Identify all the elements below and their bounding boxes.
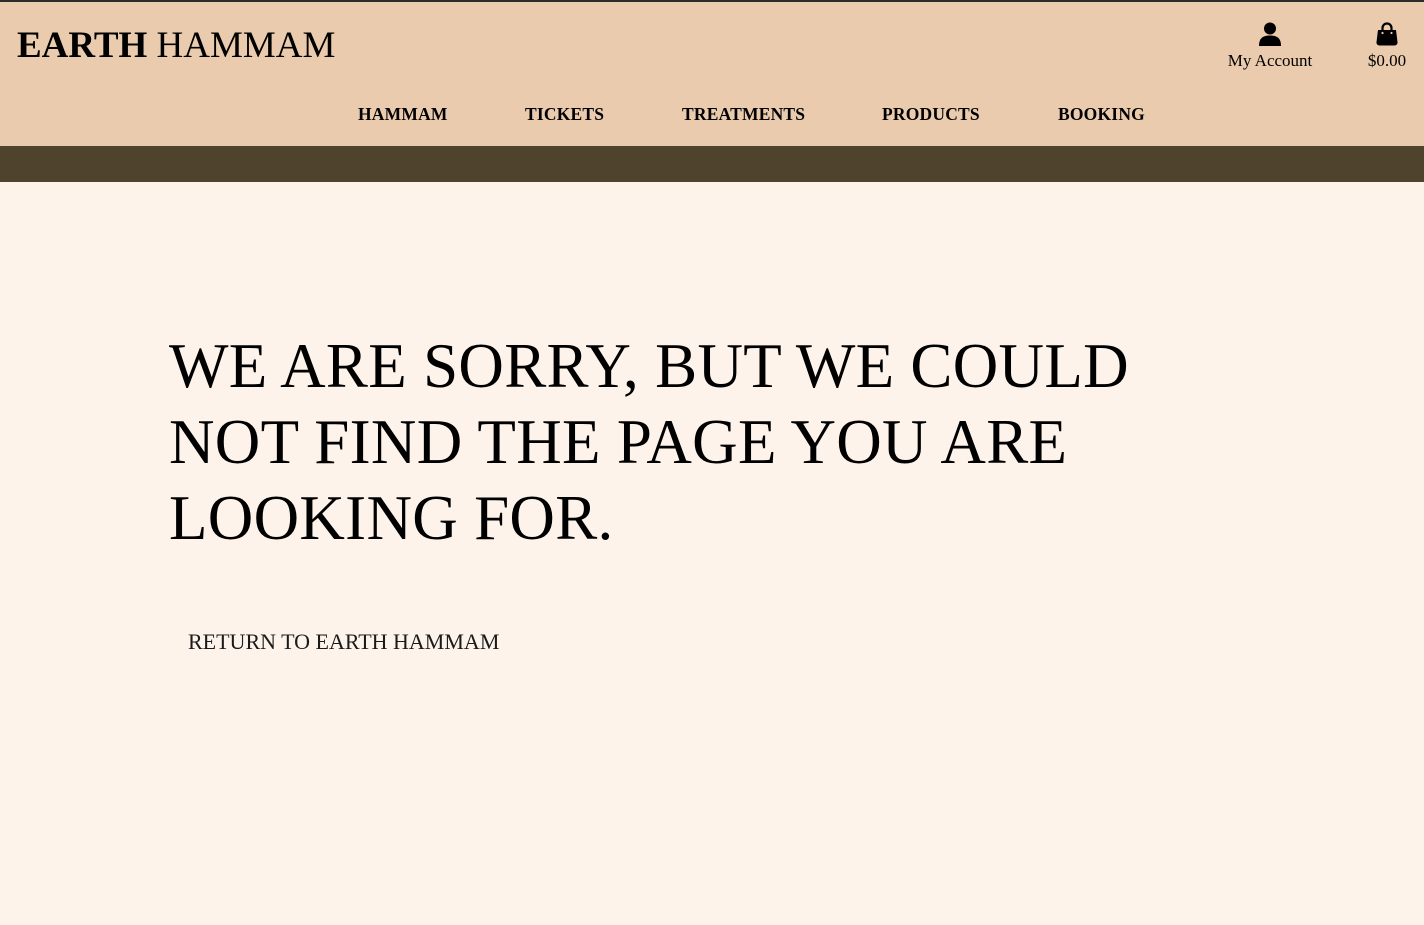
site-header: EARTH HAMMAM My Account $0.00 HAMMAM TIC… [0, 2, 1424, 146]
my-account-label: My Account [1227, 51, 1313, 70]
nav-item-treatments[interactable]: TREATMENTS [682, 102, 805, 126]
logo-bold-text: EARTH [17, 25, 148, 66]
shopping-bag-link[interactable]: $0.00 [1362, 18, 1412, 72]
shopping-bag-icon [1362, 18, 1412, 46]
site-logo[interactable]: EARTH HAMMAM [17, 24, 335, 68]
main-nav: HAMMAM TICKETS TREATMENTS PRODUCTS BOOKI… [0, 102, 1424, 128]
nav-item-booking[interactable]: BOOKING [1058, 102, 1145, 126]
my-account-link[interactable]: My Account [1220, 18, 1320, 72]
user-icon [1220, 18, 1320, 46]
bag-total: $0.00 [1367, 51, 1407, 70]
nav-item-products[interactable]: PRODUCTS [882, 102, 980, 126]
logo-light-text: HAMMAM [156, 25, 336, 66]
return-home-link[interactable]: RETURN TO EARTH HAMMAM [188, 628, 499, 656]
decorative-band [0, 146, 1424, 182]
main-content: WE ARE SORRY, BUT WE COULD NOT FIND THE … [0, 182, 1424, 925]
error-message-heading: WE ARE SORRY, BUT WE COULD NOT FIND THE … [169, 331, 1129, 553]
nav-item-hammam[interactable]: HAMMAM [358, 102, 448, 126]
nav-item-tickets[interactable]: TICKETS [525, 102, 604, 126]
